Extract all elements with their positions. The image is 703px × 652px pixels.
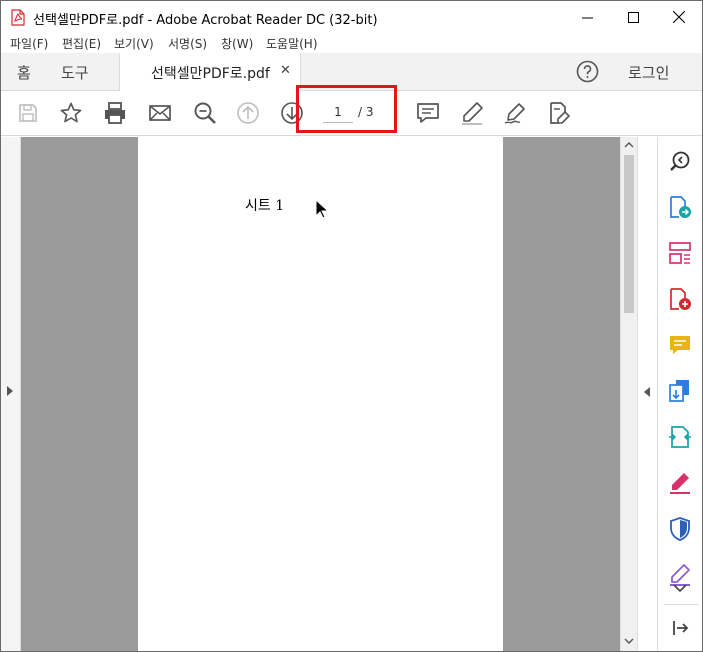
page-text: 시트 1 xyxy=(245,198,285,214)
tool-fill-sign[interactable] xyxy=(668,471,692,495)
tool-organize-pages[interactable] xyxy=(668,241,692,265)
close-button[interactable] xyxy=(656,1,702,33)
menu-window[interactable]: 창(W) xyxy=(221,35,253,52)
document-viewport[interactable]: 시트 1 xyxy=(21,137,620,651)
close-icon xyxy=(673,11,685,23)
comment-icon xyxy=(670,336,690,354)
close-tab-icon[interactable]: ✕ xyxy=(280,63,291,78)
tool-compress-pdf[interactable] xyxy=(668,425,692,449)
more-tools-button[interactable] xyxy=(668,580,692,596)
tool-comment[interactable] xyxy=(668,333,692,357)
vertical-scrollbar[interactable] xyxy=(620,137,637,651)
highlight-pen-icon xyxy=(462,102,483,125)
expand-more-icon xyxy=(673,584,687,593)
fill-sign-button[interactable] xyxy=(545,99,573,127)
left-pane-toggle[interactable] xyxy=(1,137,21,651)
comment-icon xyxy=(417,103,439,123)
sign-button[interactable] xyxy=(501,99,529,127)
tool-search-zoom[interactable] xyxy=(668,149,692,173)
collapse-right-icon xyxy=(644,387,650,397)
tool-protect[interactable] xyxy=(668,517,692,541)
search-zoom-icon xyxy=(670,151,690,171)
menu-file[interactable]: 파일(F) xyxy=(10,35,48,52)
bookmark-button[interactable] xyxy=(57,99,85,127)
scrollbar-thumb[interactable] xyxy=(624,155,634,313)
prev-page-icon xyxy=(237,102,259,124)
tool-create-pdf[interactable] xyxy=(668,287,692,311)
document-tab-label: 선택셀만PDF로.pdf xyxy=(151,66,270,82)
menu-bar: 파일(F) 편집(E) 보기(V) 서명(S) 창(W) 도움말(H) xyxy=(1,33,702,53)
menu-view[interactable]: 보기(V) xyxy=(114,35,154,52)
acrobat-pdf-icon xyxy=(11,9,25,26)
maximize-icon xyxy=(627,11,639,23)
pdf-page: 시트 1 xyxy=(138,137,503,651)
prev-page-button[interactable] xyxy=(234,99,262,127)
login-button[interactable]: 로그인 xyxy=(628,62,669,83)
tab-tools[interactable]: 도구 xyxy=(61,62,89,83)
fill-sign-icon xyxy=(550,102,570,124)
tool-combine-files[interactable] xyxy=(668,379,692,403)
tools-pane xyxy=(657,137,702,651)
help-icon[interactable] xyxy=(576,60,599,83)
tab-home[interactable]: 홈 xyxy=(17,62,31,83)
compress-pdf-icon xyxy=(669,426,691,448)
save-icon xyxy=(19,104,37,122)
minimize-icon xyxy=(581,17,593,18)
menu-help[interactable]: 도움말(H) xyxy=(266,35,318,52)
save-button[interactable] xyxy=(14,99,42,127)
scroll-up-icon[interactable] xyxy=(624,141,634,149)
acrobat-window: 선택셀만PDF로.pdf - Adobe Acrobat Reader DC (… xyxy=(0,0,703,652)
window-title: 선택셀만PDF로.pdf - Adobe Acrobat Reader DC (… xyxy=(33,13,378,28)
organize-pages-icon xyxy=(669,242,691,264)
right-pane-toggle[interactable] xyxy=(637,137,657,651)
expand-left-icon xyxy=(7,386,13,396)
sign-pen-icon xyxy=(504,103,525,124)
combine-files-icon xyxy=(669,380,689,402)
print-icon xyxy=(105,102,125,124)
minimize-button[interactable] xyxy=(564,1,610,33)
collapse-pane-icon xyxy=(673,621,689,635)
email-icon xyxy=(149,105,171,121)
title-bar: 선택셀만PDF로.pdf - Adobe Acrobat Reader DC (… xyxy=(1,1,702,33)
comment-button[interactable] xyxy=(414,99,442,127)
zoom-search-icon xyxy=(194,102,216,124)
highlight-button[interactable] xyxy=(458,99,486,127)
maximize-button[interactable] xyxy=(610,1,656,33)
tools-divider xyxy=(664,604,698,605)
collapse-pane-button[interactable] xyxy=(668,616,692,640)
create-pdf-icon xyxy=(670,288,691,310)
bookmark-star-icon xyxy=(60,102,82,123)
tab-document[interactable]: 선택셀만PDF로.pdf ✕ xyxy=(119,53,301,91)
zoom-button[interactable] xyxy=(191,99,219,127)
print-button[interactable] xyxy=(101,99,129,127)
scroll-down-icon[interactable] xyxy=(624,637,634,645)
export-pdf-icon xyxy=(670,196,691,218)
protect-shield-icon xyxy=(670,517,690,541)
tool-export-pdf[interactable] xyxy=(668,195,692,219)
page-indicator-highlight xyxy=(296,85,397,133)
mouse-cursor-icon xyxy=(315,199,329,219)
fill-sign-icon xyxy=(670,473,690,494)
menu-edit[interactable]: 편집(E) xyxy=(62,35,101,52)
email-button[interactable] xyxy=(146,99,174,127)
menu-sign[interactable]: 서명(S) xyxy=(168,35,207,52)
